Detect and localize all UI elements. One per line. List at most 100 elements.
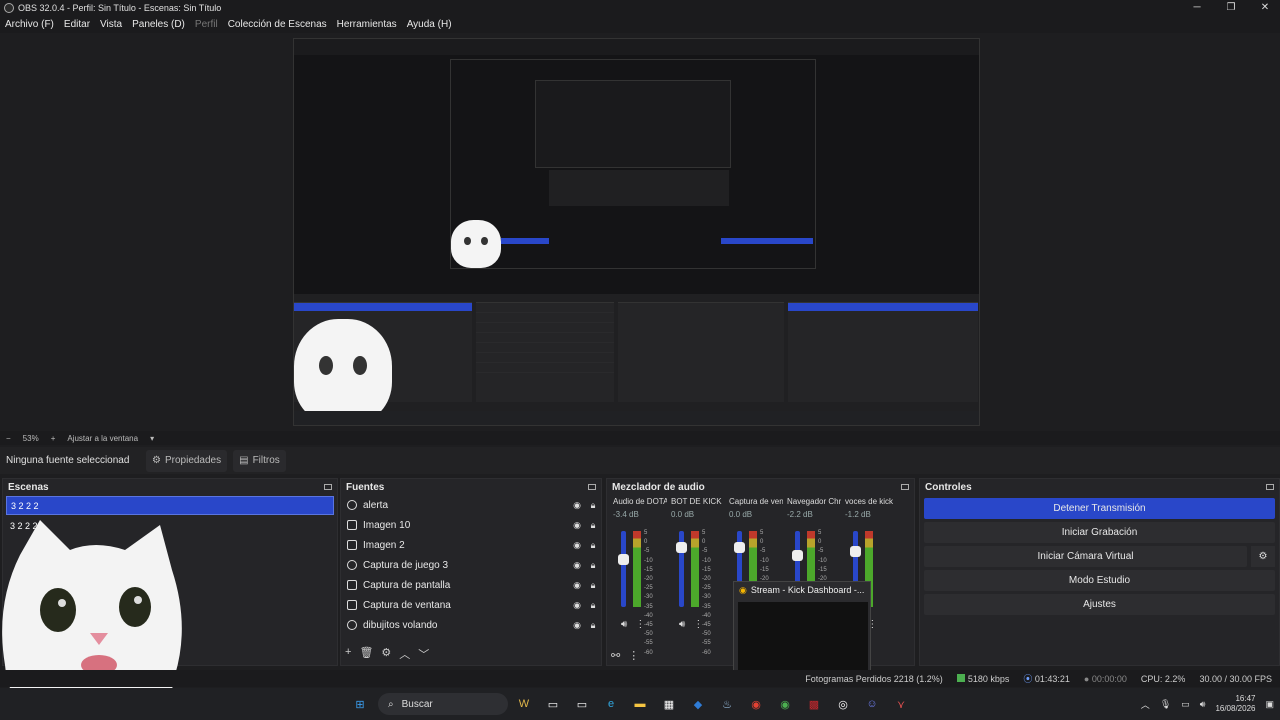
preview-area[interactable] xyxy=(0,33,1280,431)
folder-icon[interactable]: ▬ xyxy=(630,694,650,714)
chrome-icon[interactable]: ◉ xyxy=(775,694,795,714)
menu-paneles[interactable]: Paneles (D) xyxy=(132,19,185,30)
nested-stream-button xyxy=(788,303,978,311)
source-row[interactable]: Captura de pantalla ◉ 🔒︎ xyxy=(341,575,601,595)
virtual-camera-settings-button[interactable]: ⚙ xyxy=(1251,546,1275,567)
lock-icon[interactable]: 🔒︎ xyxy=(585,580,601,591)
source-label: Imagen 2 xyxy=(363,539,405,551)
start-recording-button[interactable]: Iniciar Grabación xyxy=(924,522,1275,543)
close-icon[interactable]: ✕ xyxy=(1258,2,1272,13)
zoom-out-button[interactable]: − xyxy=(6,434,11,443)
speaker-icon[interactable]: 🔊︎ xyxy=(621,619,627,630)
obs-icon[interactable]: ◎ xyxy=(833,694,853,714)
menu-perfil[interactable]: Perfil xyxy=(195,19,218,30)
window-icon[interactable]: ▭ xyxy=(572,694,592,714)
taskbar-search[interactable]: ⌕ Buscar xyxy=(378,693,508,715)
preview-canvas[interactable] xyxy=(293,38,980,426)
clock[interactable]: 16:47 16/08/2026 xyxy=(1215,694,1255,714)
lock-icon[interactable]: 🔒︎ xyxy=(585,600,601,611)
move-up-icon[interactable]: ︿ xyxy=(399,646,410,662)
more-icon[interactable]: ⋮ xyxy=(635,619,645,630)
eye-icon[interactable]: ◉ xyxy=(569,560,585,571)
lock-icon[interactable]: 🔒︎ xyxy=(585,520,601,531)
filters-button[interactable]: ▤ Filtros xyxy=(233,449,286,472)
studio-mode-button[interactable]: Modo Estudio xyxy=(924,570,1275,591)
edge-icon[interactable]: e xyxy=(601,694,621,714)
properties-button[interactable]: ⚙ Propiedades xyxy=(146,449,228,472)
volume-icon[interactable]: 🔊︎ xyxy=(1200,699,1206,710)
fader-handle[interactable] xyxy=(850,546,861,557)
more-icon[interactable]: ⋮ xyxy=(628,649,639,662)
settings-button[interactable]: Ajustes xyxy=(924,594,1275,615)
fader-handle[interactable] xyxy=(618,554,629,565)
source-row[interactable]: Captura de ventana ◉ 🔒︎ xyxy=(341,595,601,615)
steam-icon[interactable]: ♨ xyxy=(717,694,737,714)
eye-icon[interactable]: ◉ xyxy=(569,540,585,551)
trash-icon[interactable]: 🗑︎ xyxy=(359,646,373,662)
lock-icon[interactable]: 🔒︎ xyxy=(585,620,601,631)
minimize-icon[interactable]: ─ xyxy=(1190,2,1204,13)
source-label: Captura de juego 3 xyxy=(363,559,449,571)
undock-icon[interactable] xyxy=(324,484,332,490)
more-icon[interactable]: ⋮ xyxy=(693,619,703,630)
source-row[interactable]: dibujitos volando ◉ 🔒︎ xyxy=(341,615,601,635)
app-icon[interactable]: ⋎ xyxy=(891,694,911,714)
app-icon[interactable]: W xyxy=(514,694,534,714)
zoom-fit-select[interactable]: Ajustar a la ventana xyxy=(67,434,138,443)
mic-icon[interactable]: 🎙︎ xyxy=(1160,699,1171,710)
fader-handle[interactable] xyxy=(676,542,687,553)
menu-vista[interactable]: Vista xyxy=(100,19,122,30)
dota-icon[interactable]: ▩ xyxy=(804,694,824,714)
menu-editar[interactable]: Editar xyxy=(64,19,90,30)
chrome-icon[interactable]: ◉ xyxy=(746,694,766,714)
source-row[interactable]: Captura de juego 3 ◉ 🔒︎ xyxy=(341,555,601,575)
lock-icon[interactable]: 🔒︎ xyxy=(585,560,601,571)
menu-ayuda[interactable]: Ayuda (H) xyxy=(407,19,452,30)
start-virtual-camera-button[interactable]: Iniciar Cámara Virtual xyxy=(924,546,1247,567)
scene-item[interactable]: 3 2 2 2 xyxy=(6,496,334,515)
undock-icon[interactable] xyxy=(901,484,909,490)
volume-fader[interactable] xyxy=(676,531,687,607)
maximize-icon[interactable]: ❐ xyxy=(1224,2,1238,13)
menu-herramientas[interactable]: Herramientas xyxy=(337,19,397,30)
popup-thumbnail[interactable] xyxy=(738,602,868,672)
eye-icon[interactable]: ◉ xyxy=(569,580,585,591)
notification-icon[interactable]: ▣ xyxy=(1265,699,1274,710)
speaker-icon[interactable]: 🔊︎ xyxy=(679,619,685,630)
zoom-in-button[interactable]: + xyxy=(51,434,56,443)
discord-icon[interactable]: ☺ xyxy=(862,694,882,714)
gear-icon[interactable]: ⚙ xyxy=(381,646,391,662)
lock-icon[interactable]: 🔒︎ xyxy=(585,500,601,511)
menu-coleccion-escenas[interactable]: Colección de Escenas xyxy=(228,19,327,30)
undock-icon[interactable] xyxy=(1266,484,1274,490)
source-row[interactable]: Imagen 2 ◉ 🔒︎ xyxy=(341,535,601,555)
stop-stream-button[interactable]: Detener Transmisión xyxy=(924,498,1275,519)
taskbar-thumbnail-popup[interactable]: ◉ Stream - Kick Dashboard -... xyxy=(733,581,871,675)
source-row[interactable]: Imagen 10 ◉ 🔒︎ xyxy=(341,515,601,535)
app-icon[interactable]: ◆ xyxy=(688,694,708,714)
undock-icon[interactable] xyxy=(588,484,596,490)
eye-icon[interactable]: ◉ xyxy=(569,620,585,631)
network-icon[interactable]: ▭ xyxy=(1181,699,1190,710)
chevron-up-icon[interactable]: ︿ xyxy=(1141,698,1150,711)
source-row[interactable]: alerta ◉ 🔒︎ xyxy=(341,495,601,515)
eye-icon[interactable]: ◉ xyxy=(569,500,585,511)
menu-archivo[interactable]: Archivo (F) xyxy=(5,19,54,30)
add-icon[interactable]: + xyxy=(345,646,351,662)
meter-scale-label: -10 xyxy=(702,557,711,564)
chevron-down-icon[interactable]: ▾ xyxy=(150,434,154,443)
eye-icon[interactable]: ◉ xyxy=(569,520,585,531)
window-icon[interactable]: ▭ xyxy=(543,694,563,714)
link-icon[interactable]: ⚯ xyxy=(611,649,620,662)
window-controls: ─ ❐ ✕ xyxy=(1190,0,1272,15)
eye-icon[interactable]: ◉ xyxy=(569,600,585,611)
sources-title: Fuentes xyxy=(346,481,385,493)
fader-handle[interactable] xyxy=(792,550,803,561)
windows-icon[interactable]: ⊞ xyxy=(350,694,370,714)
lock-icon[interactable]: 🔒︎ xyxy=(585,540,601,551)
fader-handle[interactable] xyxy=(734,542,745,553)
store-icon[interactable]: ▦ xyxy=(659,694,679,714)
volume-fader[interactable] xyxy=(618,531,629,607)
gear-icon: ⚙ xyxy=(152,455,161,466)
move-down-icon[interactable]: ﹀ xyxy=(418,646,429,662)
